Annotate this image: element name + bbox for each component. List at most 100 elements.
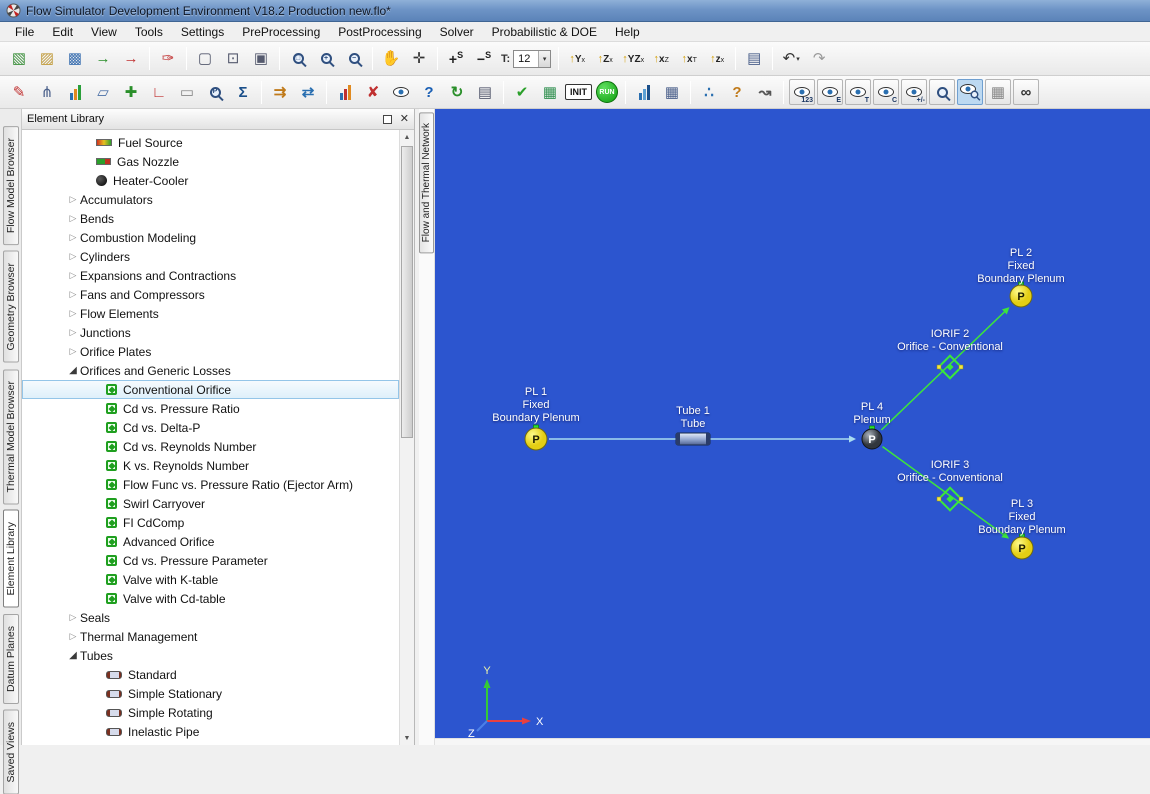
show-chambers-icon[interactable]: C bbox=[873, 79, 899, 105]
view-yx-icon[interactable]: ↑Yx bbox=[564, 46, 590, 72]
node-pl4[interactable]: P bbox=[862, 426, 882, 449]
datum-plane-icon[interactable]: ∟ bbox=[146, 79, 172, 105]
tree-item-orifice-plates[interactable]: ▷Orifice Plates bbox=[22, 342, 399, 361]
expander-closed-icon[interactable]: ▷ bbox=[66, 270, 80, 281]
undo-icon[interactable]: ↶▾ bbox=[778, 46, 804, 72]
show-signs-icon[interactable]: +/- bbox=[901, 79, 927, 105]
output-window-icon[interactable]: ▤ bbox=[741, 46, 767, 72]
tree-item-fi-cdcomp[interactable]: FI CdComp bbox=[22, 513, 399, 532]
expander-open-icon[interactable]: ◢ bbox=[66, 650, 80, 661]
zoom-window-icon[interactable]: □ bbox=[285, 46, 311, 72]
init-button[interactable]: INIT bbox=[565, 84, 592, 100]
menu-probabilistic-doe[interactable]: Probabilistic & DOE bbox=[483, 23, 606, 41]
tree-item-cylinders[interactable]: ▷Cylinders bbox=[22, 247, 399, 266]
refresh-icon[interactable]: ↻ bbox=[444, 79, 470, 105]
xy-plot-icon[interactable]: ∴ bbox=[696, 79, 722, 105]
binoculars-icon[interactable]: ∞ bbox=[1013, 79, 1039, 105]
tree-item-simple-stationary[interactable]: Simple Stationary bbox=[22, 684, 399, 703]
pan-hand-icon[interactable]: ✋ bbox=[378, 46, 404, 72]
tree-scrollbar[interactable]: ▲ ▼ bbox=[399, 130, 414, 745]
menu-view[interactable]: View bbox=[82, 23, 126, 41]
tree-item-tubes[interactable]: ◢Tubes bbox=[22, 646, 399, 665]
view-xt-icon[interactable]: ↑xT bbox=[676, 46, 702, 72]
scale-down-icon[interactable]: −S bbox=[471, 46, 497, 72]
scroll-down-icon[interactable]: ▼ bbox=[400, 731, 414, 745]
find-element-icon[interactable]: P bbox=[202, 79, 228, 105]
node-pl2[interactable]: P bbox=[1010, 282, 1032, 307]
tree-item-heater-cooler[interactable]: Heater-Cooler bbox=[22, 171, 399, 190]
sidebar-tab-thermal-model-browser[interactable]: Thermal Model Browser bbox=[3, 369, 19, 504]
model-tree-icon[interactable]: ⋔ bbox=[34, 79, 60, 105]
show-thermal-icon[interactable]: T bbox=[845, 79, 871, 105]
tree-item-junctions[interactable]: ▷Junctions bbox=[22, 323, 399, 342]
node-iorif2[interactable] bbox=[937, 356, 963, 379]
expander-closed-icon[interactable]: ▷ bbox=[66, 346, 80, 357]
expander-closed-icon[interactable]: ▷ bbox=[66, 251, 80, 262]
menu-tools[interactable]: Tools bbox=[126, 23, 172, 41]
tree-item-orifices-and-generic-losses[interactable]: ◢Orifices and Generic Losses bbox=[22, 361, 399, 380]
expander-closed-icon[interactable]: ▷ bbox=[66, 213, 80, 224]
tree-item-expansions-and-contractions[interactable]: ▷Expansions and Contractions bbox=[22, 266, 399, 285]
tree-item-turbulated-passage[interactable]: Turbulated Passage bbox=[22, 741, 399, 745]
node-tube1[interactable] bbox=[676, 433, 710, 445]
node-pl3[interactable]: P bbox=[1011, 534, 1033, 559]
font-size-select[interactable]: T:12▾ bbox=[500, 46, 552, 72]
model-table-icon[interactable]: ▦ bbox=[537, 79, 563, 105]
menu-file[interactable]: File bbox=[6, 23, 43, 41]
geometry-box-icon[interactable]: ▱ bbox=[90, 79, 116, 105]
delete-network-icon[interactable]: ✘ bbox=[360, 79, 386, 105]
view-xz-icon[interactable]: ↑xZ bbox=[648, 46, 674, 72]
menu-edit[interactable]: Edit bbox=[43, 23, 82, 41]
select-region-icon[interactable]: ▢ bbox=[192, 46, 218, 72]
tree-item-gas-nozzle[interactable]: Gas Nozzle bbox=[22, 152, 399, 171]
grid-icon[interactable]: ▦ bbox=[985, 79, 1011, 105]
results-table-icon[interactable]: ▦ bbox=[659, 79, 685, 105]
select-box-icon[interactable]: ▣ bbox=[248, 46, 274, 72]
tree-item-cd-vs-pressure-parameter[interactable]: Cd vs. Pressure Parameter bbox=[22, 551, 399, 570]
tree-item-fuel-source[interactable]: Fuel Source bbox=[22, 133, 399, 152]
tree-item-bends[interactable]: ▷Bends bbox=[22, 209, 399, 228]
select-elements-icon[interactable]: ⊡ bbox=[220, 46, 246, 72]
move-icon[interactable]: ✛ bbox=[406, 46, 432, 72]
summation-icon[interactable]: Σ bbox=[230, 79, 256, 105]
convergence-icon[interactable]: ? bbox=[724, 79, 750, 105]
new-model-icon[interactable]: ▧ bbox=[6, 46, 32, 72]
tree-item-cd-vs-delta-p[interactable]: Cd vs. Delta-P bbox=[22, 418, 399, 437]
view-details-icon[interactable] bbox=[957, 79, 983, 105]
results-chart-icon[interactable] bbox=[631, 79, 657, 105]
expander-closed-icon[interactable]: ▷ bbox=[66, 289, 80, 300]
preview-icon[interactable] bbox=[388, 79, 414, 105]
menu-settings[interactable]: Settings bbox=[172, 23, 233, 41]
float-panel-icon[interactable] bbox=[383, 115, 392, 124]
tree-item-valve-with-k-table[interactable]: Valve with K-table bbox=[22, 570, 399, 589]
sidebar-tab-flow-model-browser[interactable]: Flow Model Browser bbox=[3, 126, 19, 245]
zoom-out-icon[interactable]: − bbox=[341, 46, 367, 72]
plane-icon[interactable]: ▭ bbox=[174, 79, 200, 105]
tree-item-valve-with-cd-table[interactable]: Valve with Cd-table bbox=[22, 589, 399, 608]
edge-pl4-pl3[interactable] bbox=[883, 447, 1004, 535]
tree-item-advanced-orifice[interactable]: Advanced Orifice bbox=[22, 532, 399, 551]
mapping-icon[interactable]: ⇄ bbox=[295, 79, 321, 105]
tree-item-thermal-management[interactable]: ▷Thermal Management bbox=[22, 627, 399, 646]
view-zx-icon[interactable]: ↑Zx bbox=[592, 46, 618, 72]
tree-item-fans-and-compressors[interactable]: ▷Fans and Compressors bbox=[22, 285, 399, 304]
expander-closed-icon[interactable]: ▷ bbox=[66, 631, 80, 642]
tree-item-seals[interactable]: ▷Seals bbox=[22, 608, 399, 627]
save-model-icon[interactable]: ▩ bbox=[62, 46, 88, 72]
show-ids-icon[interactable]: 123 bbox=[789, 79, 815, 105]
menu-solver[interactable]: Solver bbox=[431, 23, 483, 41]
scroll-up-icon[interactable]: ▲ bbox=[400, 130, 414, 144]
expander-closed-icon[interactable]: ▷ bbox=[66, 194, 80, 205]
expander-closed-icon[interactable]: ▷ bbox=[66, 232, 80, 243]
import-icon[interactable]: → bbox=[90, 46, 116, 72]
redo-icon[interactable]: ↷ bbox=[806, 46, 832, 72]
menu-preprocessing[interactable]: PreProcessing bbox=[233, 23, 329, 41]
chevron-down-icon[interactable]: ▾ bbox=[796, 55, 800, 63]
menu-postprocessing[interactable]: PostProcessing bbox=[329, 23, 430, 41]
tree-item-simple-rotating[interactable]: Simple Rotating bbox=[22, 703, 399, 722]
sidebar-tab-saved-views[interactable]: Saved Views bbox=[3, 710, 19, 794]
column-chart-icon[interactable] bbox=[332, 79, 358, 105]
sidebar-tab-element-library[interactable]: Element Library bbox=[3, 510, 19, 608]
tree-item-swirl-carryover[interactable]: Swirl Carryover bbox=[22, 494, 399, 513]
add-element-icon[interactable]: ✚ bbox=[118, 79, 144, 105]
